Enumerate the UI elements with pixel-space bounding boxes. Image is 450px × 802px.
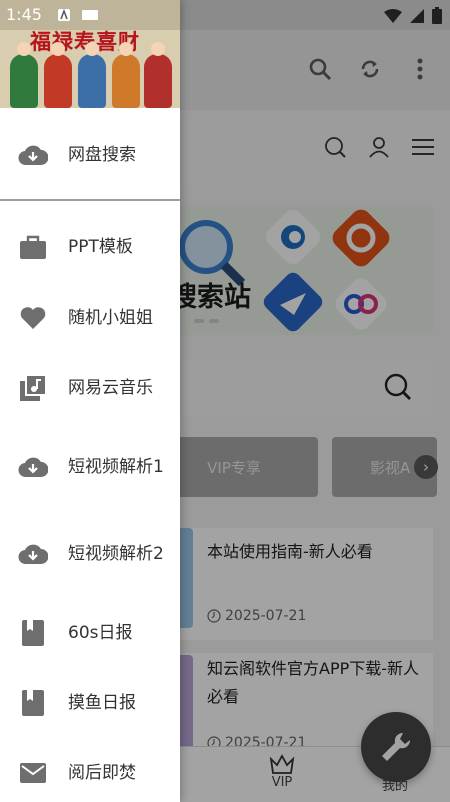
drawer-item-label: 网易云音乐 [68,377,153,398]
status-time: 1:45 [6,5,42,24]
cloud-download-icon [18,140,48,170]
figure-illustration [78,42,106,108]
drawer-divider [0,199,180,201]
drawer-item-label: 摸鱼日报 [68,692,136,713]
drawer-item-label: 短视频解析2 [68,543,164,564]
drawer-header-image: 1:45 福禄寿喜财 [0,0,180,108]
figure-illustration [144,42,172,108]
drawer-item-slacker-daily[interactable]: 摸鱼日报 [0,682,180,724]
drawer-item-netease-music[interactable]: 网易云音乐 [0,367,180,409]
drawer-item-label: 网盘搜索 [68,144,136,165]
drawer-item-label: 短视频解析1 [68,456,164,477]
music-library-icon [18,373,48,403]
drawer-item-60s-daily[interactable]: 60s日报 [0,612,180,654]
figure-illustration [44,42,72,108]
drawer-item-video-parse-2[interactable]: 短视频解析2 [0,532,180,576]
navigation-drawer: 1:45 福禄寿喜财 网盘搜索 PPT模板 随机小姐姐 网易云音乐 短视频解析1… [0,0,180,802]
briefcase-icon [18,232,48,262]
book-icon [18,618,48,648]
keyboard-icon [82,10,98,20]
notification-icon [58,9,70,21]
drawer-item-label: 阅后即焚 [68,762,136,783]
drawer-item-ppt-template[interactable]: PPT模板 [0,226,180,268]
drawer-item-random-girl[interactable]: 随机小姐姐 [0,297,180,339]
figure-illustration [112,42,140,108]
drawer-item-burn-after-reading[interactable]: 阅后即焚 [0,752,180,794]
heart-icon [18,303,48,333]
cloud-download-icon [18,539,48,569]
cloud-download-icon [18,452,48,482]
drawer-item-netdisk-search[interactable]: 网盘搜索 [0,134,180,176]
drawer-item-label: 60s日报 [68,622,133,643]
mail-icon [18,758,48,788]
book-icon [18,688,48,718]
drawer-item-video-parse-1[interactable]: 短视频解析1 [0,445,180,489]
drawer-item-label: 随机小姐姐 [68,307,153,328]
drawer-item-label: PPT模板 [68,236,133,257]
figure-illustration [10,42,38,108]
